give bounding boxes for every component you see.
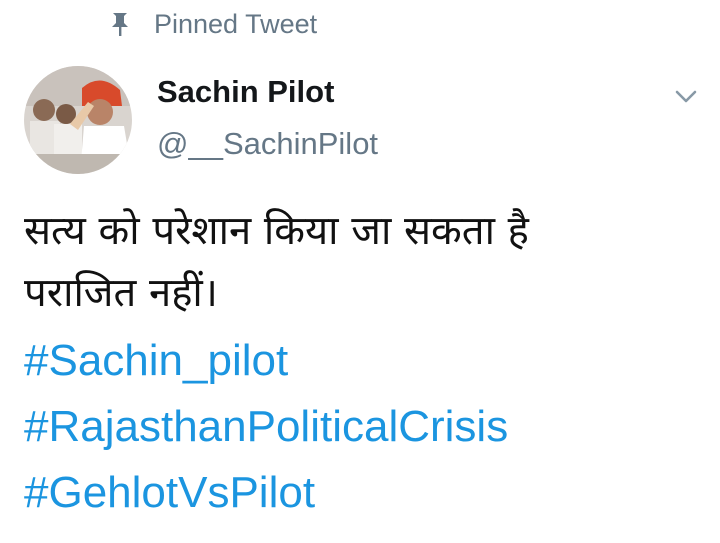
- tweet-text-line: सत्य को परेशान किया जा सकता है: [24, 208, 529, 254]
- tweet-text: सत्य को परेशान किया जा सकता है पराजित नह…: [24, 200, 714, 324]
- avatar[interactable]: [24, 66, 132, 174]
- hashtag-link-sachin-pilot[interactable]: #Sachin_pilot: [24, 328, 508, 394]
- pinned-tweet-header: Pinned Tweet: [108, 6, 317, 42]
- pin-icon: [112, 13, 128, 36]
- hashtag-list: #Sachin_pilot #RajasthanPoliticalCrisis …: [24, 328, 508, 526]
- pinned-tweet-label: Pinned Tweet: [154, 8, 318, 39]
- hashtag-link-rajasthan-political-crisis[interactable]: #RajasthanPoliticalCrisis: [24, 394, 508, 460]
- tweet-text-line: पराजित नहीं।: [24, 270, 218, 316]
- author-handle[interactable]: @__SachinPilot: [157, 126, 378, 162]
- chevron-down-icon[interactable]: [672, 82, 700, 110]
- hashtag-link-gehlot-vs-pilot[interactable]: #GehlotVsPilot: [24, 460, 508, 526]
- author-name[interactable]: Sachin Pilot: [157, 74, 334, 110]
